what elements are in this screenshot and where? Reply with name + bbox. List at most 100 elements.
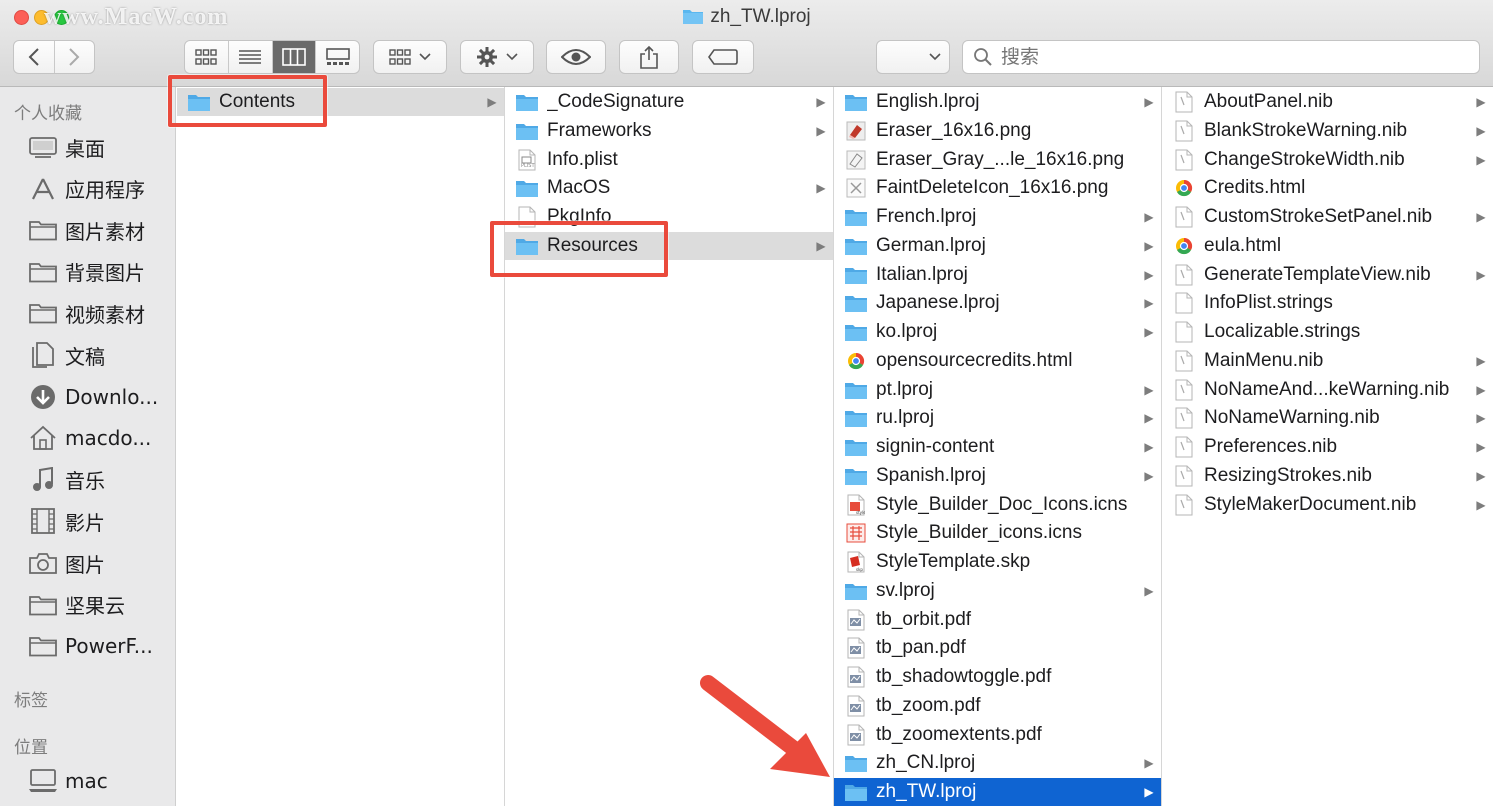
- column-1[interactable]: Contents ▶: [177, 87, 505, 806]
- list-item[interactable]: Eraser_16x16.png: [834, 117, 1161, 145]
- disclosure-arrow-icon: ▶: [1144, 411, 1154, 426]
- file-name: BlankStrokeWarning.nib: [1204, 119, 1408, 141]
- list-item[interactable]: tb_zoomextents.pdf: [834, 721, 1161, 749]
- movies-icon: [28, 508, 58, 535]
- list-item[interactable]: NoNameWarning.nib ▶: [1162, 404, 1493, 432]
- forward-button[interactable]: [55, 41, 95, 73]
- list-item[interactable]: sv.lproj ▶: [834, 577, 1161, 605]
- tags-header: 标签: [14, 691, 48, 711]
- list-item[interactable]: Eraser_Gray_...le_16x16.png: [834, 146, 1161, 174]
- sidebar-item[interactable]: 视频素材: [28, 296, 145, 330]
- list-view-button[interactable]: [229, 41, 273, 73]
- list-item[interactable]: Italian.lproj ▶: [834, 261, 1161, 289]
- column-3[interactable]: English.lproj ▶ Eraser_16x16.png Eraser_Gra…: [834, 87, 1162, 806]
- file-name: StyleMakerDocument.nib: [1204, 493, 1417, 515]
- icon-view-button[interactable]: [185, 41, 229, 73]
- list-item[interactable]: Localizable.strings: [1162, 318, 1493, 346]
- list-item[interactable]: pt.lproj ▶: [834, 376, 1161, 404]
- file-name: tb_zoomextents.pdf: [876, 723, 1042, 745]
- search-field[interactable]: [962, 40, 1480, 74]
- disclosure-arrow-icon: ▶: [1144, 267, 1154, 282]
- sidebar-item[interactable]: 坚果云: [28, 588, 125, 622]
- document-icon: [1175, 292, 1193, 314]
- list-item[interactable]: AboutPanel.nib ▶: [1162, 88, 1493, 116]
- back-button[interactable]: [14, 41, 55, 73]
- list-item[interactable]: eula.html: [1162, 232, 1493, 260]
- list-item[interactable]: ru.lproj ▶: [834, 404, 1161, 432]
- sidebar-item[interactable]: 图片素材: [28, 213, 145, 247]
- column-view-button[interactable]: [272, 41, 317, 73]
- group-by-button[interactable]: [373, 40, 447, 74]
- list-item[interactable]: Credits.html: [1162, 174, 1493, 202]
- nib-file-icon: [1175, 120, 1193, 142]
- share-button[interactable]: [619, 40, 679, 74]
- disclosure-arrow-icon: ▶: [1144, 325, 1154, 339]
- sidebar-item[interactable]: 图片: [28, 546, 105, 580]
- list-item[interactable]: style Style_Builder_Doc_Icons.icns: [834, 491, 1161, 519]
- list-item[interactable]: CustomStrokeSetPanel.nib ▶: [1162, 203, 1493, 231]
- action-menu-button[interactable]: [460, 40, 534, 74]
- list-item[interactable]: GenerateTemplateView.nib ▶: [1162, 261, 1493, 289]
- list-item[interactable]: tb_zoom.pdf: [834, 692, 1161, 720]
- column-4[interactable]: AboutPanel.nib ▶ BlankStrokeWarning.nib ▶ Ch…: [1162, 87, 1493, 806]
- search-input[interactable]: [999, 45, 1423, 69]
- list-item[interactable]: zh_CN.lproj ▶: [834, 749, 1161, 777]
- file-name: MacOS: [547, 177, 611, 199]
- gallery-view-button[interactable]: [316, 41, 359, 73]
- arrange-dropdown[interactable]: [876, 40, 950, 74]
- list-item[interactable]: tb_pan.pdf: [834, 634, 1161, 662]
- list-item[interactable]: MacOS ▶: [505, 174, 833, 202]
- list-item[interactable]: PLIST Info.plist: [505, 146, 833, 174]
- disclosure-arrow-icon: ▶: [816, 95, 826, 109]
- file-name: Frameworks: [547, 119, 652, 141]
- list-item[interactable]: Spanish.lproj ▶: [834, 462, 1161, 490]
- list-item[interactable]: zh_TW.lproj ▶: [834, 778, 1161, 806]
- list-item[interactable]: ChangeStrokeWidth.nib ▶: [1162, 146, 1493, 174]
- sidebar-item[interactable]: 音乐: [28, 463, 105, 497]
- sidebar-item[interactable]: macdo...: [28, 421, 151, 455]
- list-item[interactable]: NoNameAnd...keWarning.nib ▶: [1162, 376, 1493, 404]
- sidebar-item[interactable]: 背景图片: [28, 255, 145, 289]
- list-item[interactable]: Frameworks ▶: [505, 117, 833, 145]
- sidebar-item[interactable]: 影片: [28, 504, 105, 538]
- sidebar-item[interactable]: Downlo...: [28, 380, 158, 414]
- folder-icon: [516, 95, 538, 111]
- svg-text:skp: skp: [856, 567, 863, 572]
- columns-icon: [282, 48, 306, 66]
- file-name: pt.lproj: [876, 378, 934, 400]
- list-item[interactable]: BlankStrokeWarning.nib ▶: [1162, 117, 1493, 145]
- nib-file-icon: [1175, 379, 1193, 400]
- sidebar-item[interactable]: 应用程序: [28, 172, 145, 206]
- list-item[interactable]: FaintDeleteIcon_16x16.png: [834, 174, 1161, 202]
- list-item[interactable]: InfoPlist.strings: [1162, 289, 1493, 317]
- sidebar-item[interactable]: PowerF...: [28, 629, 153, 663]
- folder-icon: [845, 440, 867, 456]
- list-item[interactable]: opensourcecredits.html: [834, 347, 1161, 375]
- nib-file-icon: [1175, 407, 1193, 429]
- list-item[interactable]: ResizingStrokes.nib ▶: [1162, 462, 1493, 490]
- list-item[interactable]: French.lproj ▶: [834, 203, 1161, 231]
- list-item[interactable]: StyleMakerDocument.nib ▶: [1162, 491, 1493, 519]
- list-item[interactable]: Style_Builder_icons.icns: [834, 519, 1161, 547]
- list-item[interactable]: MainMenu.nib ▶: [1162, 347, 1493, 375]
- html-file-icon: [1176, 237, 1193, 254]
- list-item[interactable]: tb_shadowtoggle.pdf: [834, 663, 1161, 691]
- list-item[interactable]: German.lproj ▶: [834, 232, 1161, 260]
- list-item[interactable]: Preferences.nib ▶: [1162, 433, 1493, 461]
- disclosure-arrow-icon: ▶: [1144, 756, 1154, 771]
- list-item[interactable]: English.lproj ▶: [834, 88, 1161, 116]
- list-item[interactable]: signin-content ▶: [834, 433, 1161, 461]
- list-item[interactable]: Japanese.lproj ▶: [834, 289, 1161, 317]
- quick-look-button[interactable]: [546, 40, 606, 74]
- list-item[interactable]: ko.lproj ▶: [834, 318, 1161, 346]
- sidebar-item[interactable]: mac: [28, 764, 108, 798]
- list-item[interactable]: tb_orbit.pdf: [834, 606, 1161, 634]
- list-item[interactable]: skp StyleTemplate.skp: [834, 548, 1161, 576]
- edit-tags-button[interactable]: [692, 40, 754, 74]
- sidebar-item[interactable]: 桌面: [28, 130, 105, 164]
- list-item[interactable]: _CodeSignature ▶: [505, 88, 833, 116]
- file-name: tb_shadowtoggle.pdf: [876, 666, 1052, 687]
- file-name: English.lproj: [876, 91, 980, 112]
- sidebar-item[interactable]: 文稿: [28, 338, 105, 372]
- disclosure-arrow-icon: ▶: [1476, 123, 1486, 138]
